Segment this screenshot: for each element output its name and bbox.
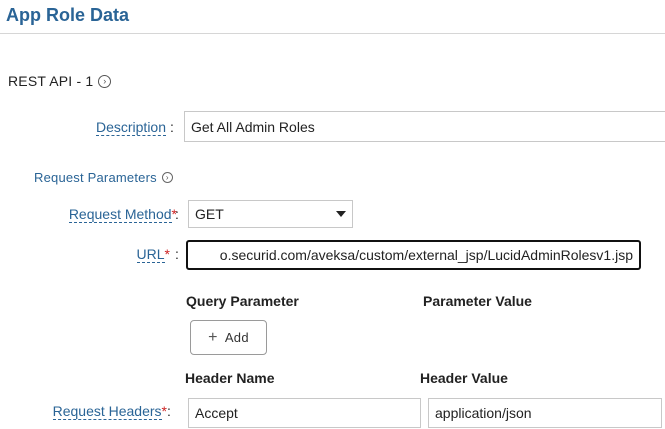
add-button-label: Add [224,330,249,345]
request-method-colon: : [175,206,179,222]
description-label[interactable]: Description [60,119,166,136]
title-divider [0,33,665,34]
add-query-parameter-button[interactable]: + Add [190,320,267,355]
chevron-right-circle-icon[interactable]: › [161,172,173,183]
url-field[interactable]: o.securid.com/aveksa/custom/external_jsp… [186,240,641,270]
section-title: REST API - 1 [8,73,94,89]
description-colon: : [170,119,174,135]
request-headers-label[interactable]: Request Headers* [20,403,167,420]
request-headers-colon: : [167,403,171,419]
url-colon: : [175,246,179,262]
request-method-label[interactable]: Request Method* [30,206,177,223]
chevron-down-icon [336,211,346,217]
rest-api-section-header[interactable]: REST API - 1 › [8,73,112,89]
header-value-header: Header Value [420,370,508,386]
header-name-input[interactable]: Accept [188,398,421,428]
request-method-value: GET [195,206,224,222]
plus-icon: + [208,328,218,346]
query-parameter-header: Query Parameter [186,293,299,309]
page-title: App Role Data [6,5,130,25]
request-parameters-header[interactable]: Request Parameters › [34,170,173,185]
header-value-input[interactable]: application/json [428,398,662,428]
chevron-right-circle-icon[interactable]: › [98,74,112,88]
url-label[interactable]: URL* [100,246,170,263]
description-field[interactable]: Get All Admin Roles [184,111,665,142]
header-name-header: Header Name [185,370,275,386]
request-parameters-title: Request Parameters [34,170,157,185]
url-value: o.securid.com/aveksa/custom/external_jsp… [219,247,633,263]
request-method-select[interactable]: GET [188,200,353,228]
parameter-value-header: Parameter Value [423,293,532,309]
